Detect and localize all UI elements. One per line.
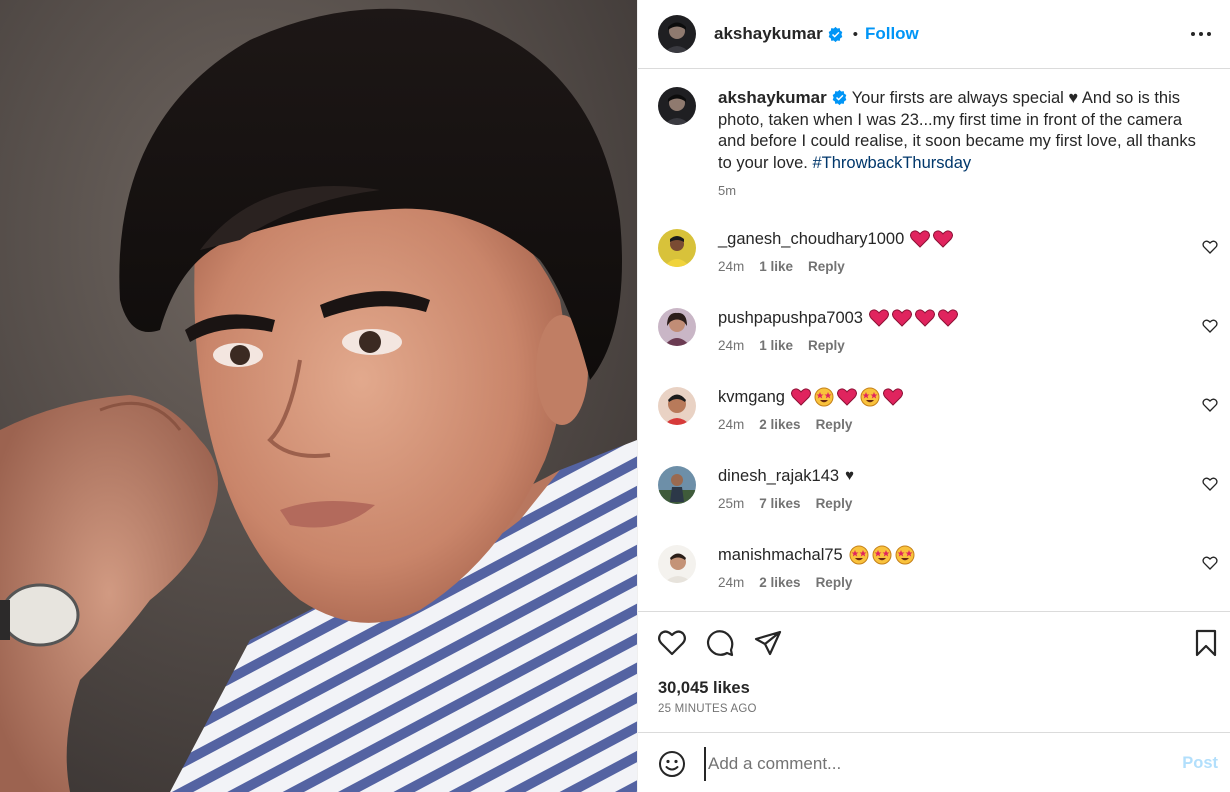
red-heart-icon [910,230,931,248]
comment-time: 24m [718,338,745,353]
reply-button[interactable]: Reply [808,338,845,353]
comment-emojis [910,230,954,248]
comment-likes[interactable]: 1 like [759,259,793,274]
bookmark-icon[interactable] [1191,628,1221,658]
caption: akshaykumar Your firsts are always specia… [658,87,1218,198]
comment-item: dinesh_rajak143 ♥ 25m 7 likes Reply [658,466,1218,526]
comment-emojis [849,545,915,565]
caption-time: 5m [718,182,737,198]
star-struck-icon [860,387,880,407]
author-username[interactable]: akshaykumar [714,24,823,44]
comment-like-heart-icon[interactable] [1202,555,1218,571]
add-comment-bar: Post [638,732,1230,792]
post-timestamp: 25 MINUTES AGO [658,703,757,715]
reply-button[interactable]: Reply [816,496,853,511]
author-avatar[interactable] [658,15,696,53]
commenter-username[interactable]: manishmachal75 [718,545,843,565]
reply-button[interactable]: Reply [816,417,853,432]
red-heart-icon [914,309,935,327]
caption-username[interactable]: akshaykumar [718,88,827,107]
comment-likes[interactable]: 7 likes [759,496,800,511]
star-struck-icon [872,545,892,565]
hashtag-link[interactable]: #ThrowbackThursday [812,154,971,172]
commenter-username[interactable]: kvmgang [718,387,785,407]
comment-like-heart-icon[interactable] [1202,476,1218,492]
red-heart-icon [790,388,811,406]
comment-item: kvmgang 24m 2 likes Reply [658,387,1218,447]
red-heart-icon [836,388,857,406]
commenter-avatar[interactable] [658,229,696,267]
comment-input[interactable] [704,747,1164,781]
comment-time: 25m [718,496,745,511]
commenter-username[interactable]: _ganesh_choudhary1000 [718,229,904,249]
caption-avatar[interactable] [658,87,696,125]
comments-list[interactable]: akshaykumar Your firsts are always specia… [638,70,1230,611]
star-struck-icon [849,545,869,565]
post-comment-button[interactable]: Post [1182,754,1218,773]
separator-dot: • [852,25,858,43]
red-heart-icon [937,309,958,327]
commenter-avatar[interactable] [658,387,696,425]
comment-like-heart-icon[interactable] [1202,318,1218,334]
smiley-icon[interactable] [658,750,686,778]
red-heart-icon [933,230,954,248]
comment-time: 24m [718,575,745,590]
red-heart-icon [868,309,889,327]
verified-badge-icon [832,89,846,106]
comment-item: manishmachal75 24m 2 likes Reply [658,545,1218,605]
comment-time: 24m [718,259,745,274]
paper-plane-icon[interactable] [753,628,783,658]
comment-emojis [790,387,903,407]
caption-text: akshaykumar Your firsts are always specia… [718,87,1208,175]
comment-likes[interactable]: 2 likes [759,417,800,432]
commenter-avatar[interactable] [658,545,696,583]
commenter-username[interactable]: pushpapushpa7003 [718,308,863,328]
post-actions: 30,045 likes 25 MINUTES AGO [638,611,1230,732]
commenter-avatar[interactable] [658,466,696,504]
comment-item: pushpapushpa7003 24m 1 like Reply [658,308,1218,368]
red-heart-icon [882,388,903,406]
portrait-image [0,0,637,792]
comment-text: ♥ [845,467,854,484]
red-heart-icon [891,309,912,327]
likes-count[interactable]: 30,045 likes [658,679,750,698]
comment-likes[interactable]: 1 like [759,338,793,353]
reply-button[interactable]: Reply [816,575,853,590]
commenter-username[interactable]: dinesh_rajak143 [718,466,839,486]
reply-button[interactable]: Reply [808,259,845,274]
follow-button[interactable]: Follow [865,24,919,44]
comment-item: _ganesh_choudhary1000 24m 1 like Reply [658,229,1218,289]
comment-emojis [868,309,958,327]
comment-time: 24m [718,417,745,432]
more-options-icon[interactable] [1189,22,1213,46]
heart-outline-icon[interactable] [657,628,687,658]
star-struck-icon [895,545,915,565]
post-photo[interactable] [0,0,637,792]
verified-badge-icon [828,26,842,42]
star-struck-icon [814,387,834,407]
comment-bubble-icon[interactable] [705,628,735,658]
comment-like-heart-icon[interactable] [1202,239,1218,255]
post-header: akshaykumar • Follow [638,0,1230,69]
post-details-panel: akshaykumar • Follow akshaykumar Your fir… [637,0,1230,792]
commenter-avatar[interactable] [658,308,696,346]
comment-like-heart-icon[interactable] [1202,397,1218,413]
comment-likes[interactable]: 2 likes [759,575,800,590]
